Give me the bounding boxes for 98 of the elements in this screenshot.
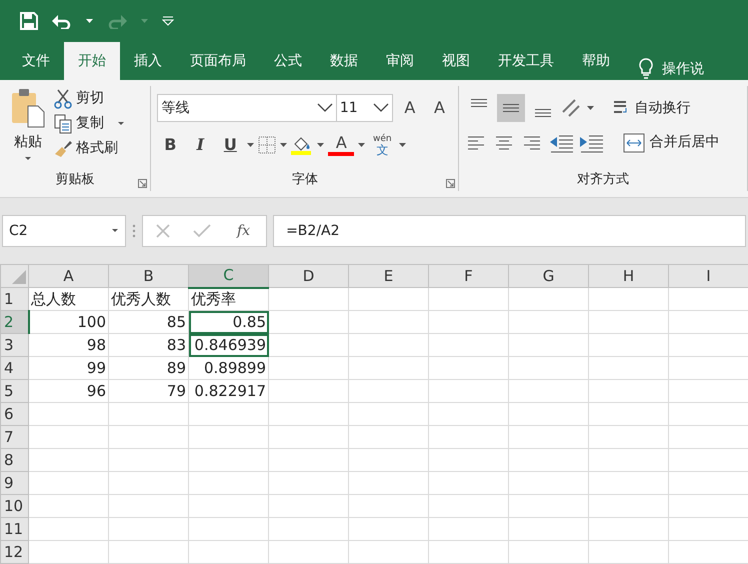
group-label: 对齐方式 [577,171,630,189]
ribbon-tab[interactable]: 文件 [8,42,64,80]
column-header[interactable]: F [428,264,508,288]
borders-icon[interactable] [258,136,276,154]
underline-button[interactable]: U [217,132,244,158]
ribbon-tab[interactable]: 审阅 [372,42,428,80]
caret-icon [118,122,125,126]
group-label: 剪贴板 [56,171,95,189]
ribbon-tab[interactable]: 页面布局 [176,42,260,80]
font-size-field[interactable]: 11 [336,94,394,122]
table-cell: 100 [28,310,108,334]
dialog-launcher-icon[interactable] [138,179,148,188]
font-name-field[interactable]: 等线 [157,94,337,122]
row-header[interactable]: 11 [0,518,28,540]
caret-icon[interactable] [247,143,254,147]
row-header[interactable]: 1 [0,288,28,310]
formula-field[interactable]: =B2/A2 [273,215,746,247]
caret-icon [24,157,32,161]
align-lines-icon [503,104,520,112]
row-header[interactable]: 5 [0,380,28,402]
chevron-down-icon[interactable] [316,103,333,113]
customize-icon[interactable] [162,16,174,26]
column-header[interactable]: G [508,264,588,288]
column-header[interactable]: H [588,264,668,288]
insert-function-button[interactable]: fx [233,218,254,244]
row-header[interactable]: 12 [0,540,28,564]
clipboard-icon [10,88,46,128]
caret-icon[interactable] [358,143,366,147]
table-cell: 96 [28,380,108,402]
caret-icon[interactable] [86,19,93,23]
caret-icon [112,229,119,233]
dialog-launcher-icon[interactable] [446,179,456,188]
row-header[interactable]: 6 [0,402,28,426]
fill-color-icon[interactable] [291,135,314,155]
row-header[interactable]: 2 [0,310,28,334]
ribbon-tab[interactable]: 公式 [260,42,316,80]
table-cell: 总人数 [28,288,108,310]
row-header[interactable]: 9 [0,472,28,494]
caret-icon[interactable] [280,143,288,147]
bold-button[interactable]: B [157,132,184,158]
font-color-button[interactable]: A [328,134,354,156]
lightbulb-icon[interactable] [638,58,654,80]
ribbon-tab[interactable]: 开发工具 [484,42,568,80]
align-lines-icon [471,99,488,107]
paste-button[interactable]: 粘贴 [6,86,50,163]
table-cell: 83 [108,334,188,356]
caret-icon[interactable] [399,143,406,147]
shrink-font-button[interactable]: A [426,95,452,121]
scissors-icon [54,88,72,108]
table-cell: 79 [108,380,188,402]
ribbon-tab[interactable]: 插入 [120,42,176,80]
column-header[interactable]: D [268,264,348,288]
table-cell: 优秀人数 [108,288,188,310]
align-lines-icon [535,109,552,117]
ribbon-tab[interactable]: 视图 [428,42,484,80]
table-cell: 98 [28,334,108,356]
table-cell: 优秀率 [188,288,268,310]
phonetic-button[interactable]: wén 文 [369,130,396,160]
ribbon-tab[interactable]: 帮助 [568,42,624,80]
wrap-text-button[interactable]: 自动换行 [608,96,694,120]
column-header[interactable]: C [188,264,268,288]
caret-icon[interactable] [587,106,594,110]
column-header[interactable]: E [348,264,428,288]
group-label: 字体 [292,171,318,189]
row-header[interactable]: 4 [0,356,28,380]
chevron-down-icon[interactable] [373,103,390,113]
column-header[interactable]: A [28,264,108,288]
table-cell: 0.822917 [188,380,268,402]
table-cell: 85 [108,310,188,334]
table-cell: 0.846939 [188,334,268,356]
table-cell: 89 [108,356,188,380]
grow-font-button[interactable]: A [397,95,423,121]
row-header[interactable]: 8 [0,448,28,472]
caret-icon[interactable] [317,143,324,147]
row-header[interactable]: 7 [0,426,28,448]
table-cell: 0.85 [188,310,268,334]
name-box[interactable]: C2 [2,215,126,247]
copy-icon [54,114,72,134]
copy-button[interactable]: 复制 [50,111,129,136]
tell-me-field[interactable]: 操作说 [662,58,704,80]
column-header[interactable]: I [668,264,748,288]
ribbon-tab[interactable]: 开始 [64,42,120,80]
column-header[interactable]: B [108,264,188,288]
format-painter-button[interactable]: 格式刷 [50,136,129,161]
table-cell: 0.89899 [188,356,268,380]
grip-icon [132,224,136,238]
merge-cells-icon [623,132,646,152]
vertical-align-button[interactable] [497,94,526,122]
undo-icon[interactable] [52,13,72,29]
ribbon-tab[interactable]: 数据 [316,42,372,80]
table-cell: 99 [28,356,108,380]
save-icon[interactable] [20,12,38,30]
merge-center-button[interactable]: 合并后居中 [619,130,724,155]
row-header[interactable]: 3 [0,334,28,356]
italic-button[interactable]: I [187,132,214,158]
brush-icon [54,140,72,158]
cut-button[interactable]: 剪切 [50,86,129,111]
row-header[interactable]: 10 [0,494,28,518]
